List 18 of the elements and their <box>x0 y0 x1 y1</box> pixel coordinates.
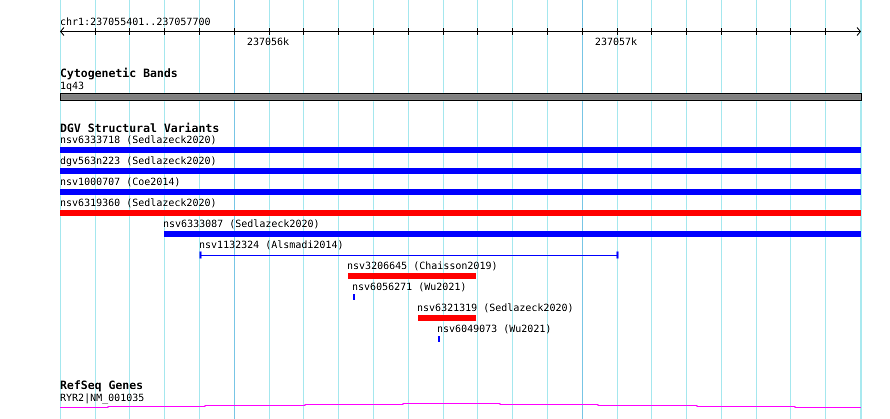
variant-label: nsv6333087 (Sedlazeck2020) <box>163 219 320 230</box>
track-title: RefSeq Genes <box>60 378 144 392</box>
variant-label: nsv3206645 (Chaisson2019) <box>347 261 498 272</box>
variant-label: nsv1000707 (Coe2014) <box>60 177 180 188</box>
variant-label: nsv6321319 (Sedlazeck2020) <box>417 303 574 314</box>
gene-label: RYR2|NM_001035 <box>60 393 144 404</box>
ruler-location: chr1:237055401..237057700 <box>60 17 211 28</box>
ruler-tick-label: 237057k <box>594 37 638 48</box>
band-label: 1q43 <box>60 81 84 92</box>
variant-label: nsv6319360 (Sedlazeck2020) <box>60 198 217 209</box>
ruler-tick-label: 237056k <box>246 37 290 48</box>
variant-label: nsv6049073 (Wu2021) <box>437 324 552 335</box>
variant-label: nsv6056271 (Wu2021) <box>352 282 466 293</box>
variant-label: nsv6333718 (Sedlazeck2020) <box>60 135 217 146</box>
track-title: Cytogenetic Bands <box>60 66 178 80</box>
track-title: DGV Structural Variants <box>60 121 220 135</box>
variant-label: nsv1132324 (Alsmadi2014) <box>199 240 344 251</box>
variant-label: dgv563n223 (Sedlazeck2020) <box>60 156 217 167</box>
